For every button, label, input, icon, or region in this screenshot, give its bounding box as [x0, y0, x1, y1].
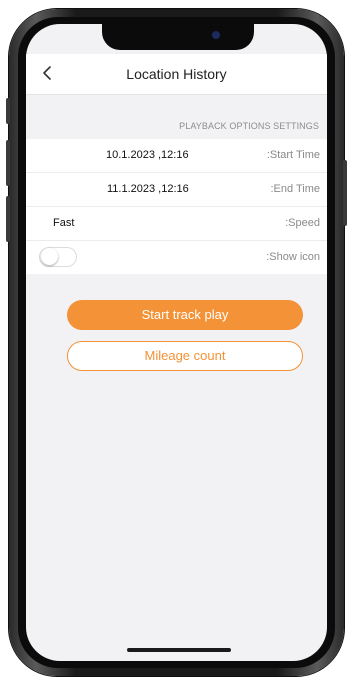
show-icon-row: :Show icon — [26, 241, 327, 274]
side-button-left-2 — [6, 140, 10, 186]
side-button-left-1 — [6, 98, 10, 124]
notch — [102, 24, 254, 50]
screen: Location History PLAYBACK OPTIONS SETTIN… — [26, 24, 327, 661]
camera-icon — [212, 31, 220, 39]
page-title: Location History — [126, 66, 227, 82]
toggle-knob — [41, 248, 58, 265]
nav-bar: Location History — [26, 54, 327, 95]
speed-row[interactable]: Fast :Speed — [26, 207, 327, 241]
start-time-label: :Start Time — [266, 149, 320, 161]
show-icon-toggle[interactable] — [39, 247, 77, 267]
start-time-value: 10.1.2023 ,12:16 — [106, 149, 189, 161]
side-button-left-3 — [6, 196, 10, 242]
section-title: PLAYBACK OPTIONS SETTINGS — [179, 121, 319, 131]
end-time-row[interactable]: 11.1.2023 ,12:16 :End Time — [26, 173, 327, 207]
start-track-play-button[interactable]: Start track play — [67, 300, 303, 330]
start-time-row[interactable]: 10.1.2023 ,12:16 :Start Time — [26, 139, 327, 173]
speed-label: :Speed — [285, 217, 320, 229]
side-button-right — [343, 160, 347, 226]
show-icon-label: :Show icon — [266, 251, 320, 263]
end-time-value: 11.1.2023 ,12:16 — [107, 183, 189, 195]
end-time-label: :End Time — [270, 183, 320, 195]
mileage-count-button[interactable]: Mileage count — [67, 341, 303, 371]
speed-value: Fast — [53, 217, 75, 229]
home-indicator[interactable] — [127, 648, 231, 652]
section-header: PLAYBACK OPTIONS SETTINGS — [26, 114, 327, 139]
